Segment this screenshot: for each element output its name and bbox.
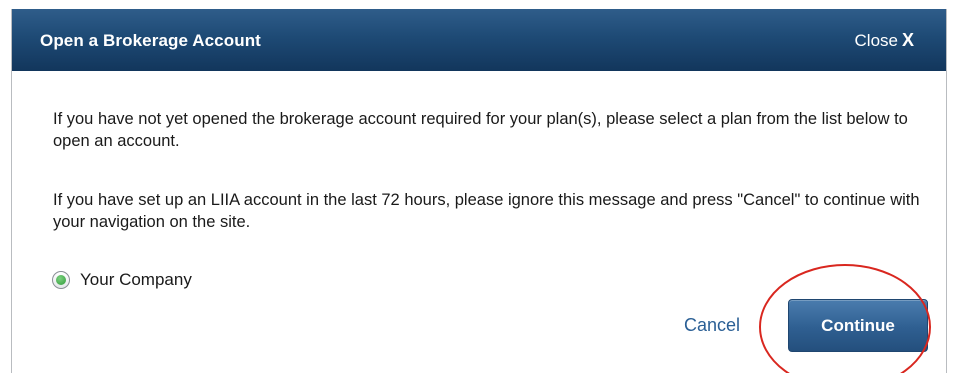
instruction-paragraph-1: If you have not yet opened the brokerage… [53, 110, 908, 150]
radio-selected-dot [56, 275, 66, 285]
continue-button[interactable]: Continue [788, 299, 928, 352]
plan-radio-button[interactable] [52, 271, 70, 289]
dialog-title: Open a Brokerage Account [40, 31, 261, 50]
plan-option-your-company[interactable]: Your Company [52, 267, 192, 293]
close-button[interactable]: Close X [855, 30, 914, 51]
close-label: Close [854, 31, 898, 50]
dialog-header: Open a Brokerage Account Close X [12, 9, 946, 71]
cancel-link[interactable]: Cancel [684, 315, 740, 336]
plan-option-label: Your Company [80, 270, 192, 289]
brokerage-account-dialog: Open a Brokerage Account Close X If you h… [11, 9, 947, 373]
instruction-paragraph-2: If you have set up an LIIA account in th… [53, 191, 920, 231]
close-icon: X [901, 30, 914, 50]
